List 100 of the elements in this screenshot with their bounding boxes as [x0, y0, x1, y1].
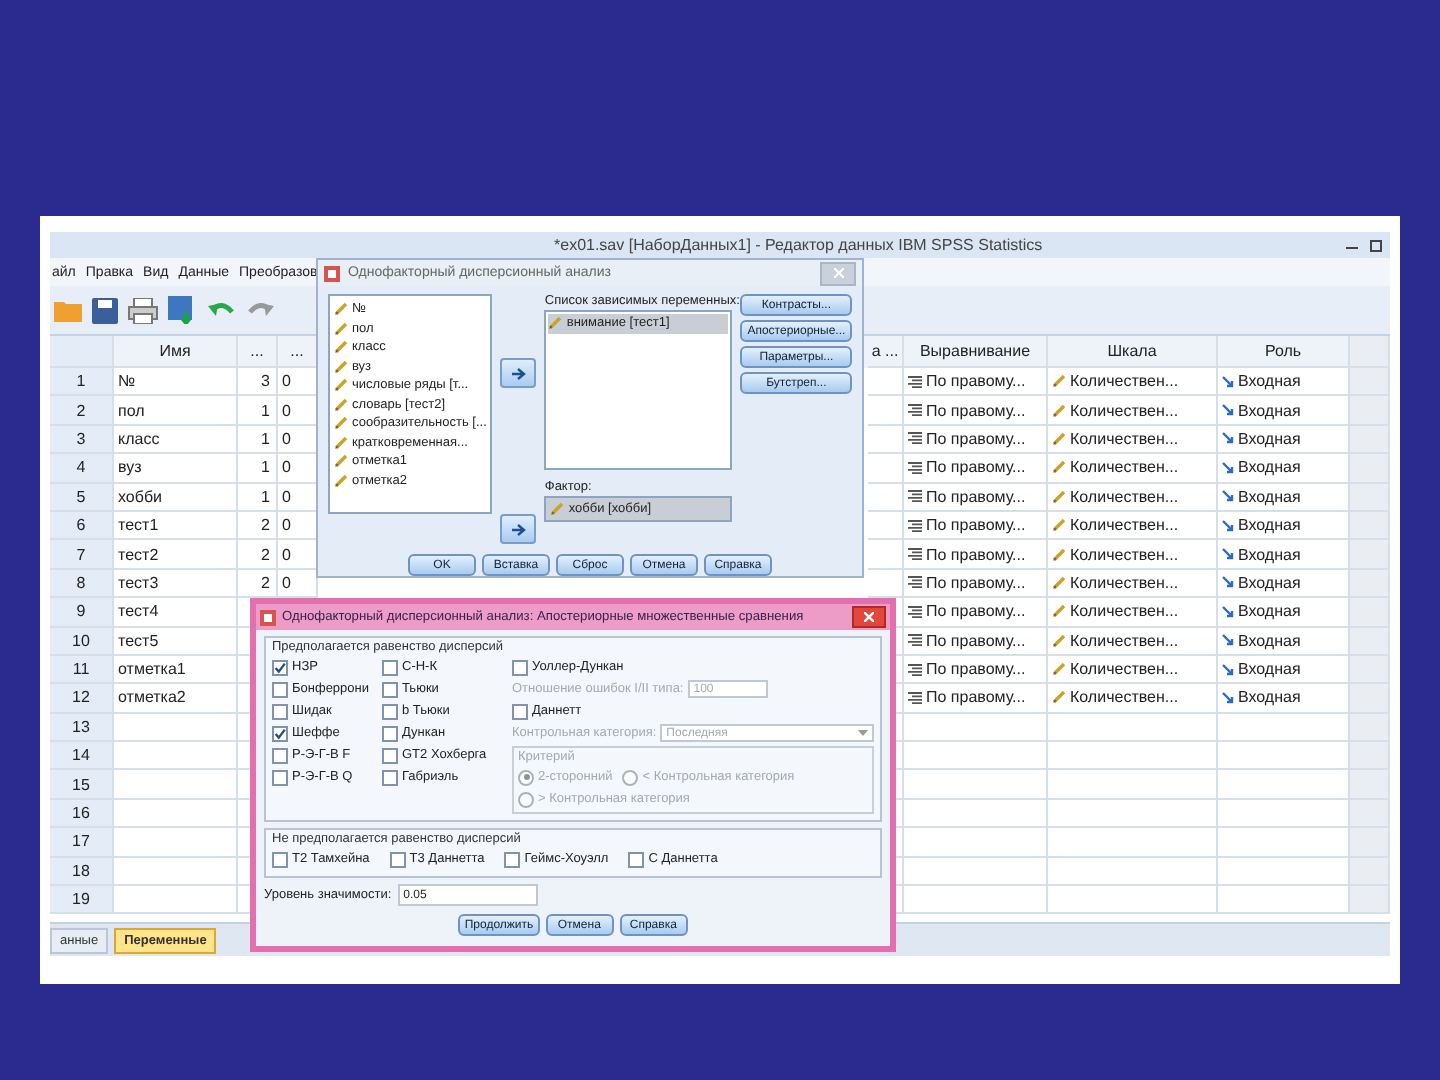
table-cell: [904, 828, 1048, 858]
table-cell: пол: [114, 396, 238, 426]
redo-icon[interactable]: [246, 300, 274, 320]
checkbox[interactable]: [272, 659, 288, 675]
checkbox[interactable]: [512, 659, 528, 675]
checkbox[interactable]: [272, 769, 288, 785]
row-header: 12: [50, 684, 114, 714]
checkbox[interactable]: [272, 851, 288, 867]
table-cell: [904, 799, 1048, 829]
align-right-icon: [908, 432, 922, 445]
row-header: 5: [50, 483, 114, 512]
close-button[interactable]: [852, 606, 886, 628]
checkbox[interactable]: [382, 747, 398, 763]
checkmark-icon: [274, 661, 286, 673]
grid-background: [1350, 684, 1390, 714]
checkbox[interactable]: [382, 659, 398, 675]
grid-background: [1350, 569, 1390, 599]
column-header[interactable]: ...: [278, 336, 318, 368]
align-right-icon: [908, 519, 922, 532]
row-header: 19: [50, 886, 114, 915]
table-cell: Количествен...: [1048, 483, 1218, 512]
align-right-icon: [908, 404, 922, 417]
table-cell: 1: [238, 454, 278, 484]
table-cell: 1: [238, 396, 278, 426]
pencil-icon: [548, 316, 563, 331]
checkbox[interactable]: [628, 851, 645, 867]
close-icon: [833, 268, 843, 278]
align-right-icon: [908, 691, 922, 704]
table-cell: Количествен...: [1048, 454, 1218, 484]
checkbox[interactable]: [389, 851, 406, 867]
row-header: 2: [50, 396, 114, 426]
table-cell: Количествен...: [1048, 368, 1218, 397]
align-right-icon: [908, 461, 922, 474]
table-cell: По правому...: [904, 396, 1048, 426]
arrow-icon: [511, 523, 526, 535]
checkbox[interactable]: [382, 725, 398, 741]
table-cell: По правому...: [904, 569, 1048, 599]
row-header: 1: [50, 368, 114, 397]
arrow-icon: [1222, 375, 1234, 388]
column-header[interactable]: Шкала: [1048, 336, 1218, 368]
grid-background: [1350, 828, 1390, 858]
column-header[interactable]: Имя: [114, 336, 238, 368]
undo-icon[interactable]: [208, 300, 236, 320]
checkbox[interactable]: [382, 681, 398, 697]
printer-icon[interactable]: [128, 297, 158, 323]
row-header: 16: [50, 799, 114, 829]
table-cell: По правому...: [904, 684, 1048, 714]
caret-icon: [858, 730, 868, 736]
move-button[interactable]: [500, 514, 537, 544]
checkbox[interactable]: [272, 725, 288, 741]
table-cell: 3: [238, 368, 278, 397]
table-cell: 1: [238, 483, 278, 512]
dialog-recall-icon[interactable]: [168, 296, 198, 324]
row-header: 18: [50, 857, 114, 887]
grid-background: [1350, 368, 1390, 397]
align-right-icon: [908, 576, 922, 589]
grid-background: [1350, 425, 1390, 455]
table-cell: тест4: [114, 598, 238, 628]
arrow-icon: [1222, 634, 1234, 647]
table-cell: 1: [238, 425, 278, 455]
folder-icon[interactable]: [54, 298, 82, 322]
checkbox[interactable]: [504, 851, 521, 867]
column-header[interactable]: Роль: [1218, 336, 1350, 368]
table-cell: [904, 886, 1048, 915]
grid-background: [1350, 483, 1390, 512]
table-cell: Количествен...: [1048, 425, 1218, 455]
checkbox[interactable]: [272, 747, 288, 763]
checkbox[interactable]: [272, 703, 288, 719]
maximize-icon[interactable]: [1370, 239, 1382, 251]
table-cell: класс: [114, 425, 238, 455]
table-cell: [868, 425, 904, 455]
table-cell: Количествен...: [1048, 511, 1218, 541]
arrow-icon: [1222, 548, 1234, 561]
checkbox[interactable]: [382, 703, 398, 719]
checkbox[interactable]: [272, 681, 288, 697]
table-cell: Количествен...: [1048, 396, 1218, 426]
checkbox[interactable]: [382, 769, 398, 785]
checkmark-icon: [274, 727, 286, 739]
align-right-icon: [908, 548, 922, 561]
align-right-icon: [908, 605, 922, 618]
table-cell: [868, 368, 904, 397]
grid-background: [1350, 454, 1390, 484]
arrow-icon: [511, 367, 526, 379]
column-header[interactable]: ...: [238, 336, 278, 368]
row-header: 11: [50, 655, 114, 685]
row-header: 13: [50, 713, 114, 743]
arrow-icon: [1222, 461, 1234, 474]
grid-background: [1350, 396, 1390, 426]
table-cell: По правому...: [904, 454, 1048, 484]
dialog-icon: [324, 265, 340, 281]
checkbox[interactable]: [512, 703, 528, 719]
column-header[interactable]: а ...: [868, 336, 904, 368]
arrow-icon: [1222, 663, 1234, 676]
dialog-icon: [260, 609, 276, 625]
move-button[interactable]: [500, 358, 537, 388]
table-cell: [904, 857, 1048, 887]
save-icon[interactable]: [92, 297, 118, 323]
arrow-icon: [1222, 432, 1234, 445]
column-header[interactable]: Выравнивание: [904, 336, 1048, 368]
grid-background: [1350, 799, 1390, 829]
